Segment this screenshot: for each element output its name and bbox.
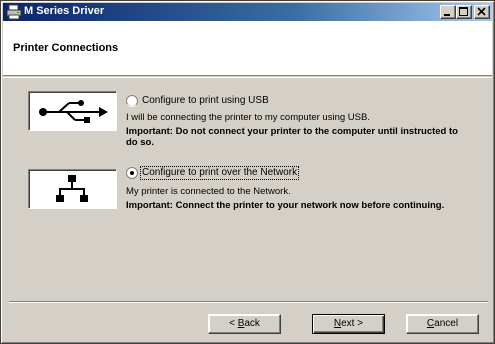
window-title: M Series Driver bbox=[24, 5, 105, 17]
usb-description: I will be connecting the printer to my c… bbox=[126, 112, 370, 123]
next-button[interactable]: Next > bbox=[312, 314, 385, 334]
page-title: Printer Connections bbox=[13, 42, 119, 54]
minimize-button[interactable] bbox=[440, 5, 456, 19]
wizard-header: Printer Connections bbox=[3, 21, 492, 76]
usb-icon-box bbox=[28, 91, 117, 131]
maximize-button[interactable] bbox=[456, 5, 472, 19]
network-icon-box bbox=[28, 169, 117, 209]
usb-radio[interactable] bbox=[126, 95, 138, 107]
network-radio[interactable] bbox=[126, 167, 138, 179]
network-description: My printer is connected to the Network. bbox=[126, 186, 291, 197]
back-button-label: ack bbox=[244, 318, 260, 329]
usb-important-line1: Important: Do not connect your printer t… bbox=[126, 126, 458, 137]
network-important-line1: Important: Connect the printer to your n… bbox=[126, 200, 445, 211]
usb-important-line2: do so. bbox=[126, 137, 154, 148]
cancel-button[interactable]: Cancel bbox=[406, 314, 479, 334]
cancel-button-label: ancel bbox=[434, 318, 459, 329]
close-button[interactable] bbox=[474, 5, 490, 19]
back-button[interactable]: < Back bbox=[208, 314, 281, 334]
footer-divider bbox=[9, 301, 488, 303]
usb-option-label[interactable]: Configure to print using USB bbox=[142, 95, 269, 107]
network-option-label[interactable]: Configure to print over the Network bbox=[139, 166, 300, 180]
back-button-prefix: < bbox=[229, 318, 238, 329]
printer-app-icon bbox=[6, 4, 22, 20]
title-bar[interactable]: M Series Driver bbox=[3, 3, 492, 21]
installer-window: M Series Driver Printer Connections Conf… bbox=[0, 0, 495, 344]
header-divider bbox=[3, 77, 492, 78]
next-button-label: ext > bbox=[341, 318, 364, 329]
title-bar-controls bbox=[440, 5, 490, 19]
